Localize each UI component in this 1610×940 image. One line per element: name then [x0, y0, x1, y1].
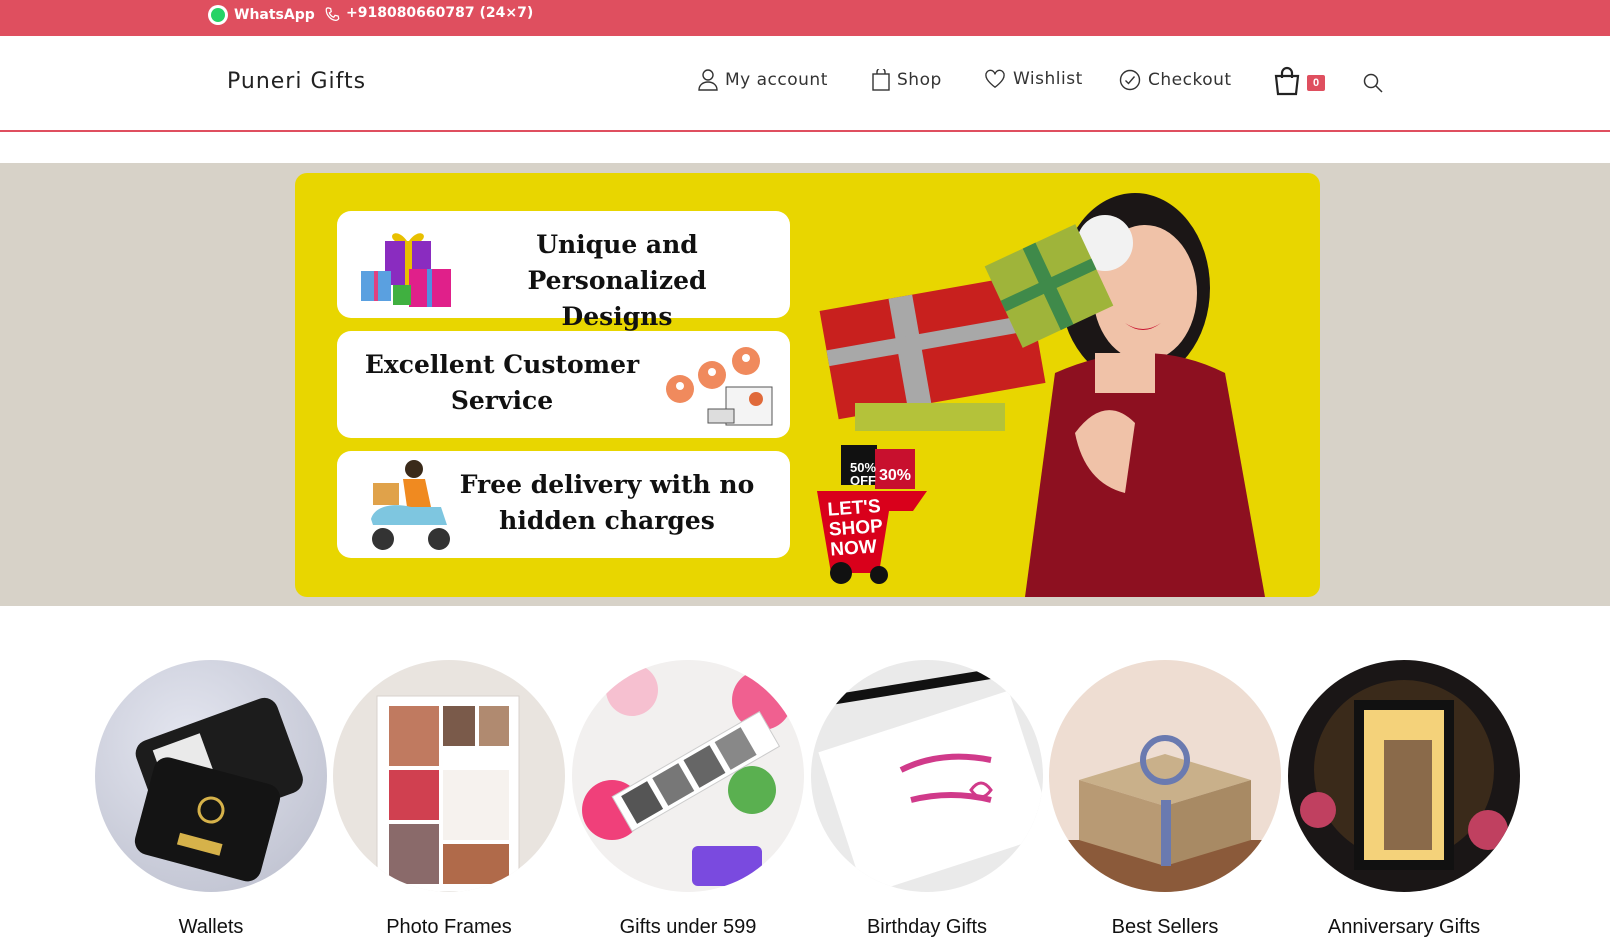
- top-contact-bar: WhatsApp +918080660787 (24×7): [0, 0, 1610, 36]
- nav-shop-label: Shop: [897, 70, 942, 90]
- category-wallets-image[interactable]: [95, 660, 327, 892]
- promo-off-30: 30%: [879, 467, 912, 484]
- search-icon: [1363, 73, 1383, 93]
- feature-card-designs: Unique and Personalized Designs: [337, 211, 790, 331]
- gift-box-illustration: [1049, 735, 1281, 892]
- category-label[interactable]: Gifts under 599: [572, 916, 804, 939]
- category-label[interactable]: Wallets: [95, 916, 327, 939]
- category-item[interactable]: Gifts under 599: [572, 660, 804, 939]
- site-logo[interactable]: Puneri Gifts: [227, 69, 366, 94]
- whatsapp-link[interactable]: WhatsApp: [208, 5, 315, 25]
- category-label[interactable]: Best Sellers: [1049, 916, 1281, 939]
- category-best-sellers-image[interactable]: [1049, 660, 1281, 892]
- shop-now-promo[interactable]: 50% OFF 30% LET'S SHOP NOW: [813, 435, 943, 585]
- category-label[interactable]: Photo Frames: [333, 916, 565, 939]
- category-gifts-under-599-image[interactable]: [572, 660, 804, 892]
- category-item[interactable]: Birthday Gifts: [811, 660, 1043, 939]
- feature-designs-text: Unique and Personalized Designs: [527, 230, 707, 331]
- photo-strip-illustration: [582, 664, 792, 886]
- nav-shop[interactable]: Shop: [872, 69, 942, 91]
- site-header: Puneri Gifts My account Shop Wishlist Ch…: [0, 36, 1610, 132]
- gift-boxes-icon: [361, 233, 451, 307]
- birthday-card-illustration: [818, 669, 1043, 892]
- phone-label: +918080660787 (24×7): [346, 5, 534, 21]
- cart-button[interactable]: 0: [1273, 66, 1325, 101]
- photo-frame-illustration: [376, 695, 520, 892]
- category-anniversary-gifts-image[interactable]: [1288, 660, 1520, 892]
- nav-checkout[interactable]: Checkout: [1119, 69, 1232, 91]
- delivery-scooter-icon: [371, 460, 450, 550]
- category-item[interactable]: Best Sellers: [1049, 660, 1281, 939]
- nav-my-account-label: My account: [725, 70, 828, 90]
- category-birthday-gifts-image[interactable]: [811, 660, 1043, 892]
- shopping-bag-icon: [872, 69, 890, 91]
- cart-bag-icon: [1274, 66, 1300, 96]
- cart-count-badge: 0: [1307, 75, 1325, 91]
- feature-delivery-text: Free delivery with no hidden charges: [459, 470, 755, 535]
- category-label[interactable]: Birthday Gifts: [811, 916, 1043, 939]
- user-icon: [698, 69, 718, 91]
- feature-card-service: Excellent Customer Service: [337, 331, 790, 438]
- heart-icon: [985, 69, 1005, 89]
- check-circle-icon: [1119, 69, 1141, 91]
- promo-cta: LET'S SHOP NOW: [826, 496, 884, 561]
- nav-checkout-label: Checkout: [1148, 70, 1232, 90]
- customer-service-icon: [666, 347, 773, 426]
- whatsapp-icon: [208, 5, 228, 25]
- nav-my-account[interactable]: My account: [698, 69, 828, 91]
- lamp-frame-illustration: [1300, 680, 1508, 870]
- category-item[interactable]: Photo Frames: [333, 660, 565, 939]
- feature-service-text: Excellent Customer Service: [364, 350, 640, 415]
- phone-icon: [325, 6, 340, 21]
- wallet-illustration: [134, 697, 303, 882]
- nav-wishlist[interactable]: Wishlist: [984, 69, 1083, 89]
- search-button[interactable]: [1363, 73, 1383, 98]
- feature-card-delivery: Free delivery with no hidden charges: [337, 451, 790, 558]
- nav-wishlist-label: Wishlist: [1013, 69, 1083, 89]
- category-item[interactable]: Anniversary Gifts: [1288, 660, 1520, 939]
- phone-link[interactable]: +918080660787 (24×7): [325, 5, 533, 21]
- category-item[interactable]: Wallets: [95, 660, 327, 939]
- promo-off-50: 50% OFF: [849, 460, 877, 488]
- category-photo-frames-image[interactable]: [333, 660, 565, 892]
- hero-banner[interactable]: Unique and Personalized Designs Excellen…: [295, 173, 1320, 597]
- category-label[interactable]: Anniversary Gifts: [1288, 916, 1520, 939]
- whatsapp-label: WhatsApp: [234, 7, 315, 23]
